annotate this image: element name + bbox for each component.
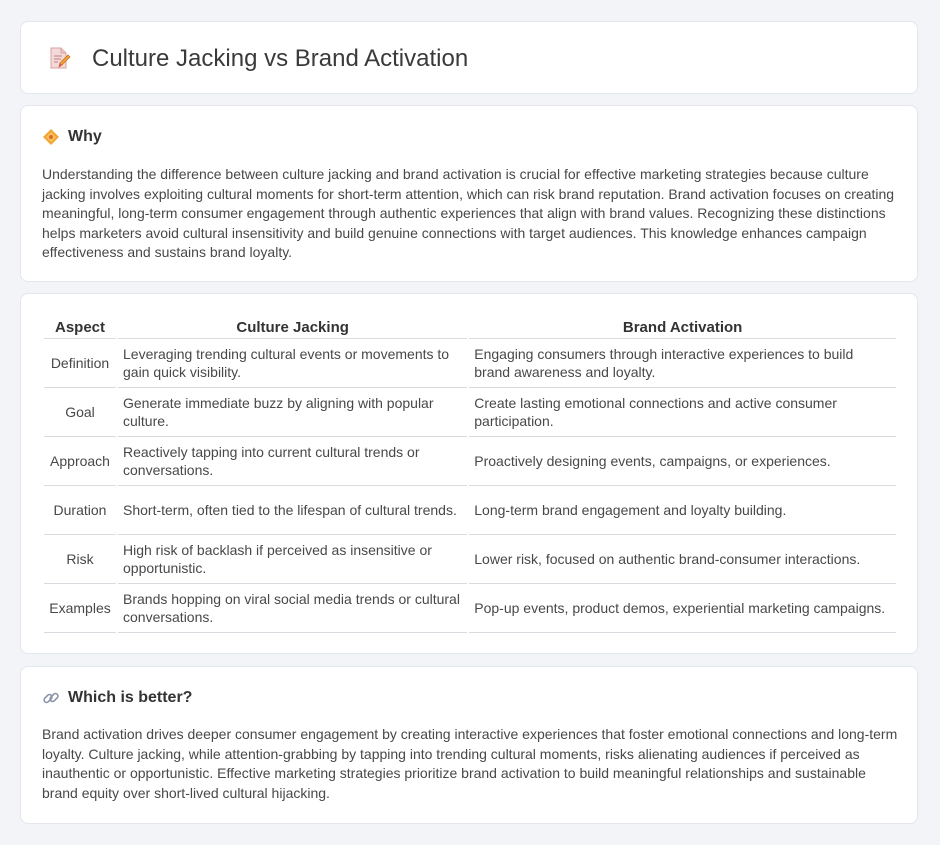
- table-row: Definition Leveraging trending cultural …: [44, 339, 896, 388]
- link-icon: [43, 692, 59, 704]
- brand-activation-cell: Lower risk, focused on authentic brand-c…: [469, 535, 896, 584]
- column-header-brand-activation: Brand Activation: [469, 316, 896, 339]
- why-heading: Why: [68, 128, 102, 145]
- aspect-cell: Approach: [44, 437, 116, 486]
- aspect-cell: Definition: [44, 339, 116, 388]
- comparison-table: Aspect Culture Jacking Brand Activation …: [42, 316, 898, 633]
- column-header-culture-jacking: Culture Jacking: [118, 316, 468, 339]
- culture-jacking-cell: Brands hopping on viral social media tre…: [118, 584, 468, 633]
- better-text: Brand activation drives deeper consumer …: [42, 726, 898, 801]
- brand-activation-cell: Engaging consumers through interactive e…: [469, 339, 896, 388]
- brand-activation-cell: Proactively designing events, campaigns,…: [469, 437, 896, 486]
- why-section: Why Understanding the difference between…: [20, 105, 918, 282]
- brand-activation-cell: Long-term brand engagement and loyalty b…: [469, 486, 896, 535]
- aspect-cell: Goal: [44, 388, 116, 437]
- better-heading: Which is better?: [68, 689, 193, 706]
- culture-jacking-cell: Reactively tapping into current cultural…: [118, 437, 468, 486]
- aspect-cell: Risk: [44, 535, 116, 584]
- table-row: Examples Brands hopping on viral social …: [44, 584, 896, 633]
- table-row: Risk High risk of backlash if perceived …: [44, 535, 896, 584]
- culture-jacking-cell: Generate immediate buzz by aligning with…: [118, 388, 468, 437]
- culture-jacking-cell: Leveraging trending cultural events or m…: [118, 339, 468, 388]
- brand-activation-cell: Create lasting emotional connections and…: [469, 388, 896, 437]
- which-is-better-section: Which is better? Brand activation drives…: [20, 666, 918, 824]
- brand-activation-cell: Pop-up events, product demos, experienti…: [469, 584, 896, 633]
- aspect-cell: Examples: [44, 584, 116, 633]
- aspect-cell: Duration: [44, 486, 116, 535]
- table-row: Approach Reactively tapping into current…: [44, 437, 896, 486]
- table-row: Goal Generate immediate buzz by aligning…: [44, 388, 896, 437]
- culture-jacking-cell: Short-term, often tied to the lifespan o…: [118, 486, 468, 535]
- diamond-icon: [43, 129, 59, 145]
- table-row: Duration Short-term, often tied to the l…: [44, 486, 896, 535]
- culture-jacking-cell: High risk of backlash if perceived as in…: [118, 535, 468, 584]
- better-header: Which is better?: [42, 687, 192, 709]
- table-header-row: Aspect Culture Jacking Brand Activation: [44, 316, 896, 339]
- document-pencil-icon: [50, 47, 71, 69]
- title-card: Culture Jacking vs Brand Activation: [20, 21, 918, 94]
- why-header: Why: [42, 126, 102, 148]
- why-text: Understanding the difference between cul…: [42, 166, 895, 260]
- page-title: Culture Jacking vs Brand Activation: [92, 45, 469, 72]
- column-header-aspect: Aspect: [44, 316, 116, 339]
- comparison-section: Aspect Culture Jacking Brand Activation …: [20, 293, 918, 654]
